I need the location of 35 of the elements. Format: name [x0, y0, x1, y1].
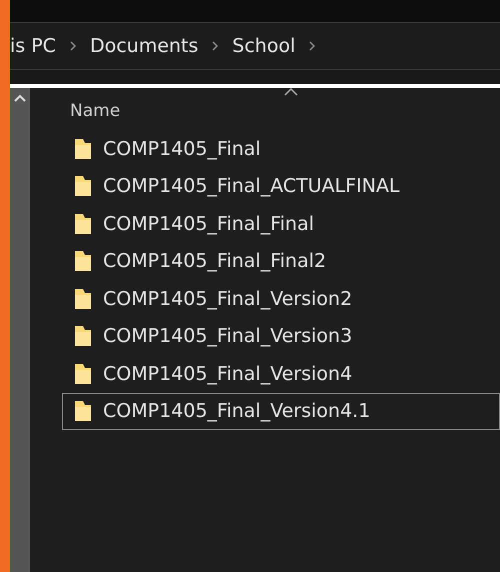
folder-name: COMP1405_Final [103, 136, 261, 162]
folder-name: COMP1405_Final_Version3 [103, 324, 352, 349]
folder-row[interactable]: COMP1405_Final_Version2 [62, 280, 500, 318]
folder-row[interactable]: COMP1405_Final_Version3 [62, 318, 500, 355]
folder-icon [73, 174, 93, 198]
breadcrumb-item[interactable]: School [232, 32, 296, 60]
folder-icon [73, 212, 93, 236]
folder-name: COMP1405_Final_Final [103, 212, 314, 236]
breadcrumb-item[interactable]: Documents [90, 32, 198, 60]
folder-name: COMP1405_Final_ACTUALFINAL [103, 174, 400, 199]
sort-caret-icon [284, 88, 298, 96]
folder-icon [73, 286, 93, 311]
folder-name: COMP1405_Final_Version4 [103, 362, 352, 386]
folder-row[interactable]: COMP1405_Final [62, 130, 500, 168]
scrollbar[interactable] [10, 88, 30, 572]
chevron-icon[interactable] [70, 41, 76, 51]
breadcrumb-item[interactable]: is PC [10, 32, 56, 60]
folder-row[interactable]: COMP1405_Final_Final [62, 205, 500, 242]
folder-name: COMP1405_Final_Version2 [103, 286, 352, 312]
chevron-icon[interactable] [212, 41, 218, 51]
name-column-header[interactable]: Name [70, 99, 120, 125]
folder-icon [73, 324, 93, 348]
folder-icon [73, 399, 93, 424]
folder-row[interactable]: COMP1405_Final_ACTUALFINAL [62, 168, 500, 205]
folder-row[interactable]: COMP1405_Final_Version4 [62, 355, 500, 392]
scroll-up-icon[interactable] [14, 94, 26, 102]
folder-icon [73, 136, 93, 161]
folder-row[interactable]: COMP1405_Final_Final2 [62, 242, 500, 280]
chevron-icon[interactable] [309, 41, 316, 51]
folder-row[interactable]: COMP1405_Final_Version4.1 [62, 392, 500, 430]
folder-icon [73, 362, 93, 386]
address-bar[interactable]: is PC Documents School [10, 22, 500, 70]
folder-icon [73, 249, 93, 274]
folder-name: COMP1405_Final_Final2 [103, 249, 326, 274]
folder-name: COMP1405_Final_Version4.1 [103, 399, 370, 424]
